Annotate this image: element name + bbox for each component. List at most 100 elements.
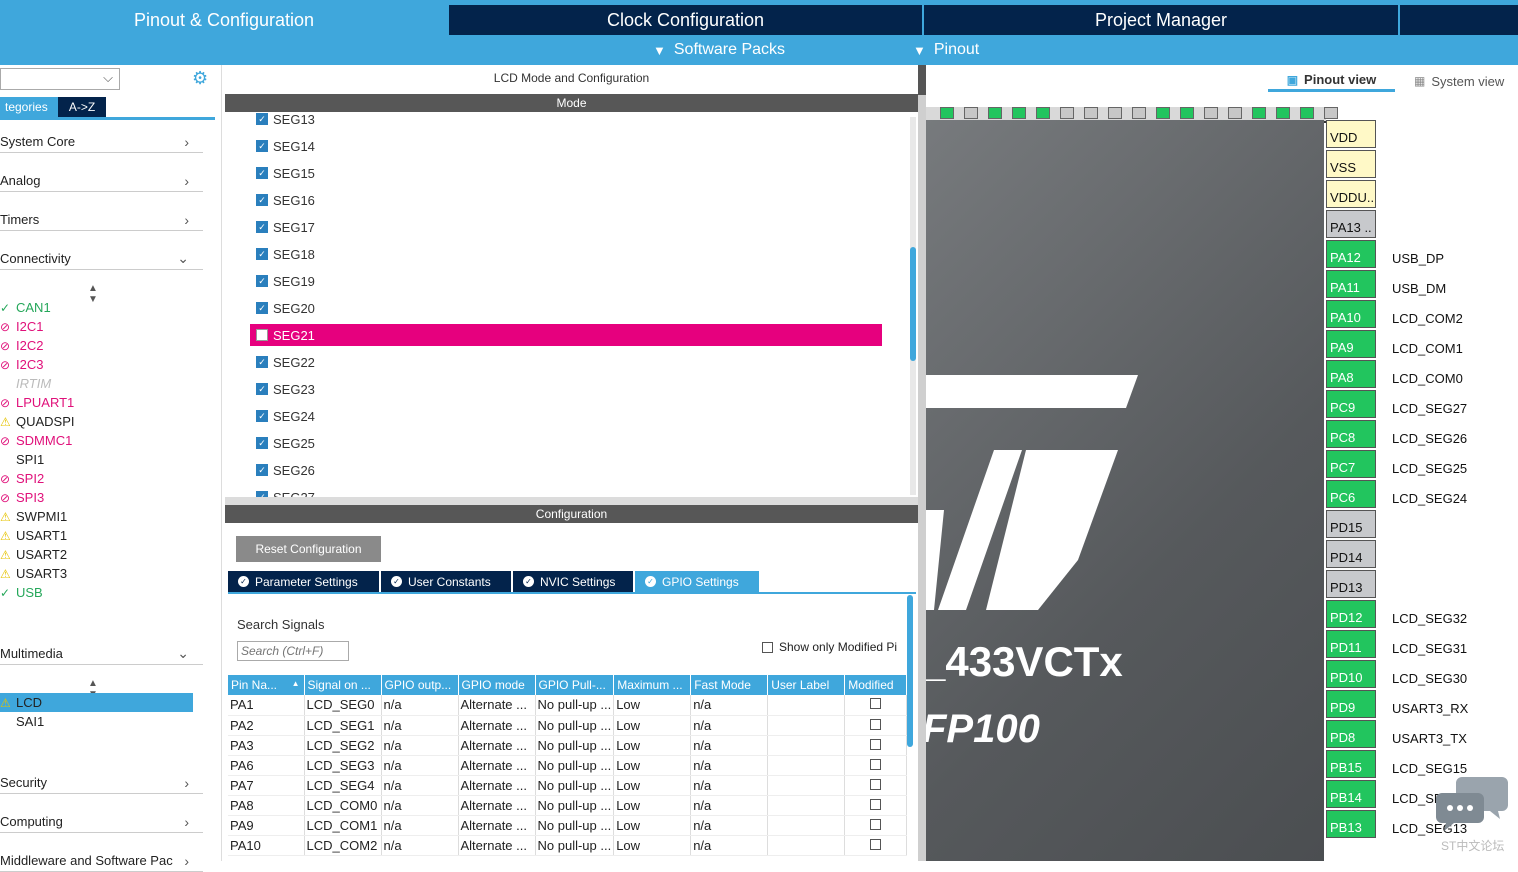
tab-project-manager[interactable]: Project Manager — [924, 5, 1398, 35]
divider-grip[interactable] — [918, 65, 926, 95]
checkbox-icon[interactable]: ✓ — [256, 356, 268, 368]
pin-pb14[interactable]: PB14 — [1326, 780, 1376, 808]
table-row[interactable]: PA10 LCD_COM2 n/a Alternate ... No pull-up .… — [228, 835, 908, 856]
category-dropdown[interactable]: ⌵ — [0, 68, 120, 90]
search-signals-input[interactable] — [237, 641, 349, 661]
top-pin[interactable] — [1132, 107, 1146, 119]
show-only-modified-checkbox[interactable]: Show only Modified Pi — [762, 640, 897, 654]
pin-pd12[interactable]: PD12 — [1326, 600, 1376, 628]
segment-item-seg21[interactable]: SEG21 — [250, 324, 882, 346]
pin-pc9[interactable]: PC9 — [1326, 390, 1376, 418]
column-header[interactable]: User Label — [767, 675, 846, 695]
pin-pc6[interactable]: PC6 — [1326, 480, 1376, 508]
modified-checkbox[interactable] — [870, 798, 882, 810]
tab-nvic-settings[interactable]: ✓ NVIC Settings — [513, 571, 633, 592]
peripheral-spi2[interactable]: ⊘ SPI2 — [0, 469, 193, 488]
checkbox-icon[interactable]: ✓ — [256, 383, 268, 395]
segment-item-seg17[interactable]: ✓ SEG17 — [250, 216, 882, 238]
splitter[interactable] — [225, 497, 918, 505]
pin-pd10[interactable]: PD10 — [1326, 660, 1376, 688]
pin-pd9[interactable]: PD9 — [1326, 690, 1376, 718]
checkbox-icon[interactable]: ✓ — [256, 302, 268, 314]
system-view-tab[interactable]: ▦ System view — [1414, 70, 1504, 92]
peripheral-sdmmc1[interactable]: ⊘ SDMMC1 — [0, 431, 193, 450]
checkbox-icon[interactable]: ✓ — [256, 437, 268, 449]
tab-pinout-configuration[interactable]: Pinout & Configuration — [0, 5, 448, 35]
peripheral-can1[interactable]: ✓ CAN1 — [0, 298, 193, 317]
peripheral-lcd[interactable]: ⚠ LCD — [0, 693, 193, 712]
column-header[interactable]: Fast Mode — [690, 675, 769, 695]
top-pin[interactable] — [988, 107, 1002, 119]
table-row[interactable]: PA8 LCD_COM0 n/a Alternate ... No pull-up ..… — [228, 795, 908, 816]
segment-item-seg13[interactable]: ✓ SEG13 — [250, 113, 882, 130]
modified-checkbox[interactable] — [870, 838, 882, 850]
tab-parameter-settings[interactable]: ✓ Parameter Settings — [228, 571, 379, 592]
peripheral-usart2[interactable]: ⚠ USART2 — [0, 545, 193, 564]
mode-scrollbar[interactable] — [910, 247, 916, 361]
peripheral-spi3[interactable]: ⊘ SPI3 — [0, 488, 193, 507]
category-middleware[interactable]: Middleware and Software Pac › — [0, 850, 203, 872]
checkbox-icon[interactable]: ✓ — [256, 248, 268, 260]
category-computing[interactable]: Computing › — [0, 811, 203, 833]
segment-item-seg20[interactable]: ✓ SEG20 — [250, 297, 882, 319]
peripheral-sai1[interactable]: SAI1 — [0, 712, 193, 731]
modified-checkbox[interactable] — [870, 698, 882, 710]
pin-pc8[interactable]: PC8 — [1326, 420, 1376, 448]
top-pin[interactable] — [1300, 107, 1314, 119]
sort-asc-icon[interactable]: ▲ — [292, 679, 300, 688]
tab-clock-configuration[interactable]: Clock Configuration — [449, 5, 922, 35]
checkbox-icon[interactable]: ✓ — [256, 464, 268, 476]
modified-checkbox[interactable] — [870, 738, 882, 750]
pin-vddu[interactable]: VDDU.. — [1326, 180, 1376, 208]
pin-pd13[interactable]: PD13 — [1326, 570, 1376, 598]
segment-item-seg22[interactable]: ✓ SEG22 — [250, 351, 882, 373]
modified-checkbox[interactable] — [870, 718, 882, 730]
category-security[interactable]: Security › — [0, 772, 203, 794]
segment-item-seg26[interactable]: ✓ SEG26 — [250, 459, 882, 481]
checkbox-icon[interactable] — [256, 329, 268, 341]
peripheral-usart3[interactable]: ⚠ USART3 — [0, 564, 193, 583]
tab-tools[interactable] — [1400, 5, 1518, 35]
checkbox-icon[interactable]: ✓ — [256, 194, 268, 206]
checkbox-icon[interactable]: ✓ — [256, 167, 268, 179]
column-header[interactable]: Modified — [844, 675, 908, 695]
column-header[interactable]: Signal on ... — [304, 675, 382, 695]
top-pin[interactable] — [1228, 107, 1242, 119]
segment-item-seg16[interactable]: ✓ SEG16 — [250, 189, 882, 211]
top-pin[interactable] — [1108, 107, 1122, 119]
pin-pc7[interactable]: PC7 — [1326, 450, 1376, 478]
checkbox-icon[interactable]: ✓ — [256, 113, 268, 125]
table-row[interactable]: PA9 LCD_COM1 n/a Alternate ... No pull-up ..… — [228, 815, 908, 836]
top-pin[interactable] — [1012, 107, 1026, 119]
table-row[interactable]: PA2 LCD_SEG1 n/a Alternate ... No pull-up ..… — [228, 715, 908, 736]
pin-pa13[interactable]: PA13 .. — [1326, 210, 1376, 238]
pin-pa8[interactable]: PA8 — [1326, 360, 1376, 388]
pinout-view-tab[interactable]: ▣ Pinout view — [1268, 70, 1395, 92]
top-pin[interactable] — [1060, 107, 1074, 119]
segment-item-seg27[interactable]: ✓ SEG27 — [250, 486, 882, 497]
pin-pa10[interactable]: PA10 — [1326, 300, 1376, 328]
peripheral-i2c2[interactable]: ⊘ I2C2 — [0, 336, 193, 355]
checkbox-icon[interactable]: ✓ — [256, 140, 268, 152]
column-header[interactable]: GPIO Pull-... — [535, 675, 615, 695]
segment-item-seg19[interactable]: ✓ SEG19 — [250, 270, 882, 292]
segment-item-seg14[interactable]: ✓ SEG14 — [250, 135, 882, 157]
peripheral-irtim[interactable]: IRTIM — [0, 374, 193, 393]
segment-item-seg23[interactable]: ✓ SEG23 — [250, 378, 882, 400]
category-connectivity[interactable]: Connectivity ⌄ — [0, 248, 203, 270]
top-pin[interactable] — [1180, 107, 1194, 119]
category-system-core[interactable]: System Core › — [0, 131, 203, 153]
table-row[interactable]: PA3 LCD_SEG2 n/a Alternate ... No pull-up ..… — [228, 735, 908, 756]
pin-vss[interactable]: VSS — [1326, 150, 1376, 178]
chat-icon[interactable] — [1436, 775, 1508, 831]
segment-item-seg24[interactable]: ✓ SEG24 — [250, 405, 882, 427]
az-tab[interactable]: A->Z — [58, 97, 106, 117]
peripheral-spi1[interactable]: SPI1 — [0, 450, 193, 469]
pin-pa12[interactable]: PA12 — [1326, 240, 1376, 268]
category-analog[interactable]: Analog › — [0, 170, 203, 192]
peripheral-i2c1[interactable]: ⊘ I2C1 — [0, 317, 193, 336]
checkbox-icon[interactable]: ✓ — [256, 221, 268, 233]
modified-checkbox[interactable] — [870, 778, 882, 790]
table-row[interactable]: PA7 LCD_SEG4 n/a Alternate ... No pull-up ..… — [228, 775, 908, 796]
top-pin[interactable] — [1276, 107, 1290, 119]
